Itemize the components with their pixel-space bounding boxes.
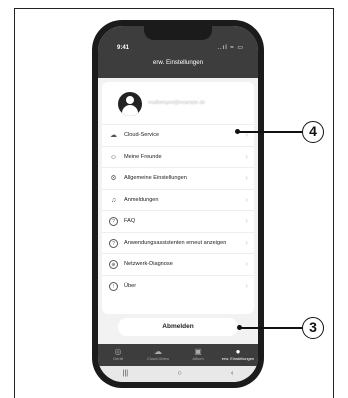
- menu-item-label: Cloud-Service: [124, 132, 160, 138]
- menu-item-faq[interactable]: ? FAQ ›: [102, 210, 254, 232]
- status-icons: ..ıl ≈ ▭: [217, 45, 244, 51]
- cloud-icon: ☁: [110, 132, 117, 139]
- settings-icon: ⚙: [110, 175, 117, 182]
- avatar[interactable]: [118, 92, 142, 116]
- callout-4: 4: [302, 121, 324, 143]
- chevron-right-icon: ›: [245, 173, 248, 182]
- menu-item-label: Allgemeine Einstellungen: [124, 175, 187, 181]
- tab-label: Album: [192, 356, 204, 361]
- menu-item-label: Anwendungsassistenten erneut anzeigen: [124, 239, 227, 246]
- tab-label: Gerät: [112, 356, 123, 361]
- menu-item-label: Anmeldungen: [124, 196, 159, 203]
- menu-item-general-settings[interactable]: ⚙ Allgemeine Einstellungen ›: [102, 167, 254, 189]
- callout-4-leader: [238, 131, 302, 133]
- menu-item-about[interactable]: ! Über ›: [102, 274, 254, 297]
- chevron-right-icon: ›: [245, 237, 248, 247]
- cloud-video-icon: ☁: [154, 347, 162, 356]
- header-bar: 9:41 ..ıl ≈ ▭ erw. Einstellungen: [98, 26, 258, 78]
- profile-email: mailbeispiel@example.de: [148, 100, 206, 106]
- menu-item-friends[interactable]: ☺ Meine Freunde ›: [102, 145, 254, 168]
- network-icon: ⊕: [109, 260, 118, 269]
- settings-menu: ☁ Cloud-Service › ☺ Meine Freunde › ⚙ Al…: [102, 124, 254, 296]
- home-button[interactable]: ○: [177, 366, 181, 382]
- chevron-right-icon: ›: [245, 216, 248, 225]
- menu-item-cloud-service[interactable]: ☁ Cloud-Service ›: [102, 124, 254, 146]
- phone-screen: 9:41 ..ıl ≈ ▭ erw. Einstellungen mailbei…: [98, 26, 258, 382]
- tab-cloud-video[interactable]: ☁ Cloud-Video: [138, 344, 178, 366]
- callout-3-leader: [240, 327, 302, 329]
- chevron-right-icon: ›: [245, 280, 248, 290]
- system-nav-bar: ||| ○ ‹: [98, 366, 258, 382]
- menu-item-label: FAQ: [124, 218, 136, 224]
- recents-button[interactable]: |||: [123, 366, 128, 382]
- tab-label: Cloud-Video: [147, 356, 169, 361]
- logout-button[interactable]: Abmelden: [118, 318, 238, 336]
- tab-bar: ◎ Gerät ☁ Cloud-Video ▣ Album ● erw. Ein…: [98, 344, 258, 366]
- assistant-icon: ?: [109, 238, 118, 248]
- menu-item-show-assistants[interactable]: ? Anwendungsassistenten erneut anzeigen …: [102, 231, 254, 254]
- notch: [144, 26, 212, 40]
- back-button[interactable]: ‹: [231, 366, 233, 382]
- chevron-right-icon: ›: [245, 194, 248, 204]
- menu-item-label: Über: [124, 282, 137, 289]
- callout-3: 3: [302, 317, 324, 339]
- camera-icon: ◎: [114, 347, 122, 356]
- page-title: erw. Einstellungen: [152, 59, 204, 66]
- friends-icon: ☺: [109, 153, 118, 161]
- user-settings-icon: ●: [235, 347, 241, 356]
- menu-item-network-diagnosis[interactable]: ⊕ Netzwerk-Diagnose ›: [102, 253, 254, 275]
- bell-icon: ♫: [110, 196, 117, 204]
- info-icon: !: [109, 281, 118, 291]
- menu-item-label: Meine Freunde: [124, 153, 162, 160]
- tab-advanced-settings[interactable]: ● erw. Einstellungen: [218, 344, 258, 366]
- settings-card: mailbeispiel@example.de ☁ Cloud-Service …: [102, 82, 254, 314]
- chevron-right-icon: ›: [245, 151, 248, 161]
- tab-album[interactable]: ▣ Album: [178, 344, 218, 366]
- tab-device[interactable]: ◎ Gerät: [98, 344, 138, 366]
- menu-item-notifications[interactable]: ♫ Anmeldungen ›: [102, 188, 254, 211]
- tab-label: erw. Einstellungen: [221, 356, 255, 361]
- status-time: 9:41: [117, 45, 130, 51]
- album-icon: ▣: [194, 347, 202, 356]
- question-icon: ?: [109, 217, 118, 226]
- menu-item-label: Netzwerk-Diagnose: [124, 261, 173, 267]
- chevron-right-icon: ›: [245, 259, 248, 268]
